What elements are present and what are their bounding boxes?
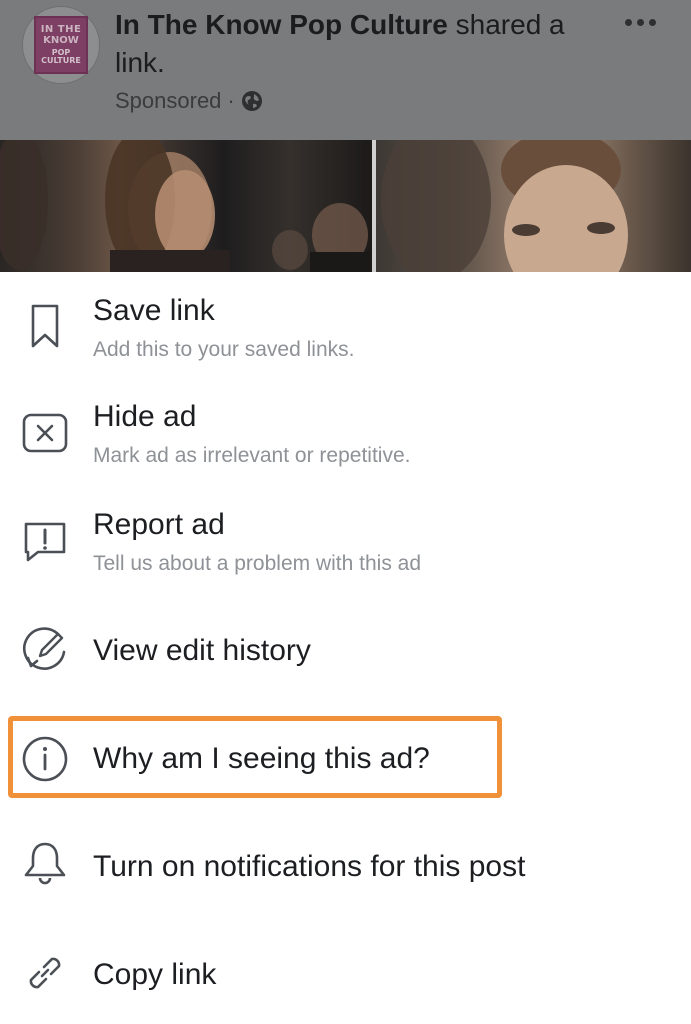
- menu-item-sublabel: Add this to your saved links.: [93, 338, 355, 361]
- menu-item-turn-on-notifications[interactable]: Turn on notifications for this post: [0, 810, 691, 918]
- menu-item-label: Save link: [93, 294, 215, 327]
- menu-item-label: Turn on notifications for this post: [93, 850, 526, 883]
- post-meta: Sponsored ·: [115, 88, 263, 114]
- menu-item-label: View edit history: [93, 634, 311, 667]
- menu-item-sublabel: Tell us about a problem with this ad: [93, 552, 422, 575]
- menu-item-label: Report ad: [93, 508, 225, 541]
- page-logo: IN THE KNOW POP CULTURE: [34, 16, 88, 74]
- menu-item-save-link[interactable]: Save link Add this to your saved links.: [0, 272, 691, 378]
- report-icon: [20, 516, 70, 566]
- page-name-link[interactable]: In The Know Pop Culture: [115, 9, 448, 40]
- globe-icon: [241, 90, 263, 112]
- menu-item-label: Copy link: [93, 958, 217, 991]
- sponsored-label[interactable]: Sponsored: [115, 88, 221, 114]
- edit-history-icon: [20, 624, 70, 674]
- post-header: IN THE KNOW POP CULTURE In The Know Pop …: [0, 0, 691, 140]
- menu-item-view-edit-history[interactable]: View edit history: [0, 594, 691, 702]
- menu-item-label: Hide ad: [93, 400, 197, 433]
- highlight-box: [8, 716, 502, 798]
- preview-image-right[interactable]: [376, 140, 691, 272]
- page-avatar[interactable]: IN THE KNOW POP CULTURE: [22, 6, 100, 84]
- menu-item-hide-ad[interactable]: Hide ad Mark ad as irrelevant or repetit…: [0, 378, 691, 486]
- preview-image-left[interactable]: [0, 140, 372, 272]
- meta-separator: ·: [227, 88, 235, 113]
- menu-item-copy-link[interactable]: Copy link: [0, 918, 691, 1024]
- bookmark-icon: [20, 300, 70, 350]
- close-box-icon: [20, 408, 70, 458]
- menu-item-sublabel: Mark ad as irrelevant or repetitive.: [93, 444, 411, 467]
- more-options-icon[interactable]: [620, 10, 660, 34]
- link-icon: [20, 948, 70, 998]
- menu-item-report-ad[interactable]: Report ad Tell us about a problem with t…: [0, 486, 691, 594]
- link-preview-images: [0, 140, 691, 272]
- bell-icon: [20, 838, 70, 888]
- post-title: In The Know Pop Culture shared a link.: [115, 6, 605, 82]
